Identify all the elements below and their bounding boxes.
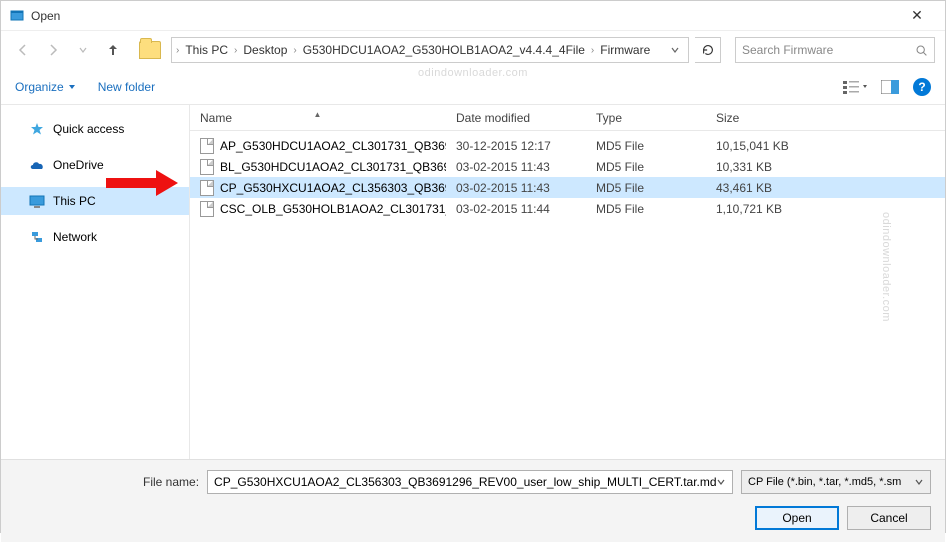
search-input[interactable] xyxy=(742,43,915,57)
new-folder-button[interactable]: New folder xyxy=(98,80,155,94)
folder-icon xyxy=(139,41,161,59)
file-size: 43,461 KB xyxy=(706,181,945,195)
refresh-button[interactable] xyxy=(695,37,721,63)
file-name: AP_G530HDCU1AOA2_CL301731_QB3695... xyxy=(220,139,446,153)
search-icon xyxy=(915,44,928,57)
sidebar-item-label: OneDrive xyxy=(53,158,104,172)
recent-dropdown[interactable] xyxy=(71,38,95,62)
crumb-firmware[interactable]: Firmware xyxy=(596,43,654,57)
file-type: MD5 File xyxy=(586,202,706,216)
chevron-right-icon: › xyxy=(234,45,237,56)
filename-input[interactable] xyxy=(214,475,716,489)
crumb-this-pc[interactable]: This PC xyxy=(181,43,232,57)
forward-button[interactable] xyxy=(41,38,65,62)
star-icon xyxy=(29,121,45,137)
open-button[interactable]: Open xyxy=(755,506,839,530)
file-date: 03-02-2015 11:44 xyxy=(446,202,586,216)
file-row[interactable]: BL_G530HDCU1AOA2_CL301731_QB3695... 03-0… xyxy=(190,156,945,177)
chevron-right-icon: › xyxy=(591,45,594,56)
file-row[interactable]: CP_G530HXCU1AOA2_CL356303_QB3691... 03-0… xyxy=(190,177,945,198)
file-size: 10,331 KB xyxy=(706,160,945,174)
column-name[interactable]: Name▲ xyxy=(190,111,446,125)
filename-label: File name: xyxy=(143,475,199,489)
file-type: MD5 File xyxy=(586,160,706,174)
view-mode-button[interactable] xyxy=(843,79,867,95)
column-date[interactable]: Date modified xyxy=(446,111,586,125)
filetype-combobox[interactable]: CP File (*.bin, *.tar, *.md5, *.sm xyxy=(741,470,931,494)
sidebar-item-thispc[interactable]: This PC xyxy=(1,187,189,215)
sort-ascending-icon: ▲ xyxy=(314,110,322,119)
file-date: 03-02-2015 11:43 xyxy=(446,181,586,195)
network-icon xyxy=(29,229,45,245)
column-headers: Name▲ Date modified Type Size xyxy=(190,105,945,131)
sidebar-item-onedrive[interactable]: OneDrive xyxy=(1,151,189,179)
file-date: 03-02-2015 11:43 xyxy=(446,160,586,174)
chevron-down-icon[interactable] xyxy=(716,477,726,487)
file-size: 1,10,721 KB xyxy=(706,202,945,216)
toolbar: Organize New folder ? xyxy=(1,69,945,105)
app-icon xyxy=(9,8,25,24)
file-name: CSC_OLB_G530HOLB1AOA2_CL301731_Q... xyxy=(220,202,446,216)
nav-bar: › This PC › Desktop › G530HDCU1AOA2_G530… xyxy=(1,31,945,69)
pc-icon xyxy=(29,193,45,209)
preview-pane-button[interactable] xyxy=(881,80,899,94)
up-button[interactable] xyxy=(101,38,125,62)
file-icon xyxy=(200,201,214,217)
sidebar: Quick access OneDrive This PC Network xyxy=(1,105,189,459)
sidebar-item-label: Network xyxy=(53,230,97,244)
file-size: 10,15,041 KB xyxy=(706,139,945,153)
sidebar-item-label: Quick access xyxy=(53,122,124,136)
close-button[interactable]: ✕ xyxy=(897,7,937,24)
filename-combobox[interactable] xyxy=(207,470,733,494)
file-row[interactable]: CSC_OLB_G530HOLB1AOA2_CL301731_Q... 03-0… xyxy=(190,198,945,219)
breadcrumb[interactable]: › This PC › Desktop › G530HDCU1AOA2_G530… xyxy=(171,37,689,63)
view-controls: ? xyxy=(843,78,931,96)
file-type: MD5 File xyxy=(586,139,706,153)
file-list: Name▲ Date modified Type Size AP_G530HDC… xyxy=(190,105,945,459)
file-row[interactable]: AP_G530HDCU1AOA2_CL301731_QB3695... 30-1… xyxy=(190,135,945,156)
breadcrumb-dropdown[interactable] xyxy=(666,45,684,55)
file-name: BL_G530HDCU1AOA2_CL301731_QB3695... xyxy=(220,160,446,174)
crumb-desktop[interactable]: Desktop xyxy=(239,43,291,57)
file-icon xyxy=(200,159,214,175)
cancel-button[interactable]: Cancel xyxy=(847,506,931,530)
search-box[interactable] xyxy=(735,37,935,63)
column-type[interactable]: Type xyxy=(586,111,706,125)
file-name: CP_G530HXCU1AOA2_CL356303_QB3691... xyxy=(220,181,446,195)
sidebar-item-label: This PC xyxy=(53,194,96,208)
file-icon xyxy=(200,138,214,154)
chevron-right-icon: › xyxy=(176,45,179,56)
file-icon xyxy=(200,180,214,196)
filetype-label: CP File (*.bin, *.tar, *.md5, *.sm xyxy=(748,476,901,488)
titlebar: Open ✕ xyxy=(1,1,945,31)
file-type: MD5 File xyxy=(586,181,706,195)
footer: File name: CP File (*.bin, *.tar, *.md5,… xyxy=(1,459,945,542)
sidebar-item-network[interactable]: Network xyxy=(1,223,189,251)
window-title: Open xyxy=(31,9,897,23)
sidebar-item-quickaccess[interactable]: Quick access xyxy=(1,115,189,143)
back-button[interactable] xyxy=(11,38,35,62)
organize-menu[interactable]: Organize xyxy=(15,80,76,94)
file-date: 30-12-2015 12:17 xyxy=(446,139,586,153)
crumb-folder[interactable]: G530HDCU1AOA2_G530HOLB1AOA2_v4.4.4_4File xyxy=(299,43,589,57)
chevron-right-icon: › xyxy=(293,45,296,56)
help-button[interactable]: ? xyxy=(913,78,931,96)
chevron-down-icon xyxy=(914,477,924,487)
column-size[interactable]: Size xyxy=(706,111,945,125)
cloud-icon xyxy=(29,157,45,173)
